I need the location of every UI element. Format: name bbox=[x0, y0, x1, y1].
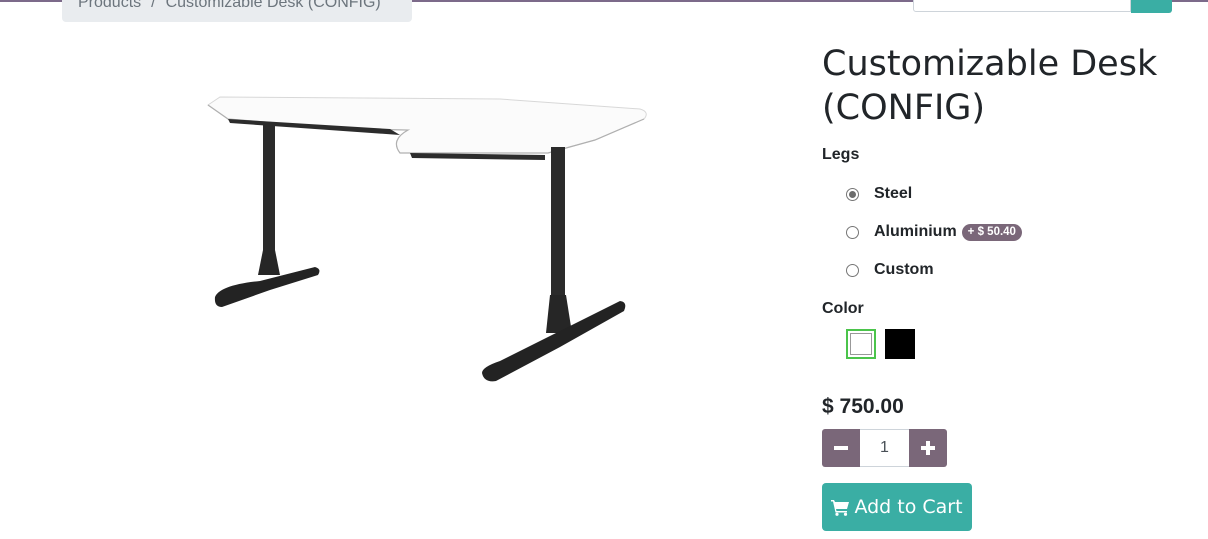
option-custom[interactable]: Custom bbox=[846, 260, 934, 280]
option-label: Aluminium bbox=[874, 223, 957, 240]
option-aluminium[interactable]: Aluminium + $ 50.40 bbox=[846, 222, 1022, 242]
search-button[interactable] bbox=[1131, 0, 1172, 13]
option-label: Steel bbox=[874, 185, 913, 202]
option-steel[interactable]: Steel bbox=[846, 184, 912, 204]
product-title: Customizable Desk (CONFIG) bbox=[822, 44, 1158, 128]
breadcrumb-item-products[interactable]: Products bbox=[78, 0, 141, 11]
product-image bbox=[207, 96, 647, 382]
option-label: Custom bbox=[874, 261, 934, 278]
breadcrumb-separator: / bbox=[151, 0, 156, 11]
add-to-cart-label: Add to Cart bbox=[854, 496, 963, 518]
breadcrumb: Products / Customizable Desk (CONFIG) bbox=[62, 0, 412, 22]
attribute-label-legs: Legs bbox=[822, 146, 860, 163]
minus-icon bbox=[834, 446, 848, 450]
search-input[interactable] bbox=[913, 0, 1131, 12]
quantity-input[interactable] bbox=[860, 429, 909, 467]
radio-steel[interactable] bbox=[846, 187, 859, 201]
decrease-quantity-button[interactable] bbox=[822, 429, 860, 467]
add-to-cart-button[interactable]: Add to Cart bbox=[822, 483, 972, 531]
color-swatch-white[interactable] bbox=[846, 329, 876, 359]
increase-quantity-button[interactable] bbox=[909, 429, 947, 467]
plus-icon bbox=[921, 441, 935, 455]
attribute-label-color: Color bbox=[822, 300, 864, 317]
color-swatch-black[interactable] bbox=[885, 329, 915, 359]
radio-aluminium[interactable] bbox=[846, 225, 859, 239]
shopping-cart-icon bbox=[831, 499, 850, 516]
quantity-stepper bbox=[822, 429, 947, 467]
price-extra-badge: + $ 50.40 bbox=[961, 223, 1022, 241]
breadcrumb-item-current: Customizable Desk (CONFIG) bbox=[165, 0, 381, 11]
radio-custom[interactable] bbox=[846, 263, 859, 277]
product-price: $ 750.00 bbox=[822, 395, 904, 418]
